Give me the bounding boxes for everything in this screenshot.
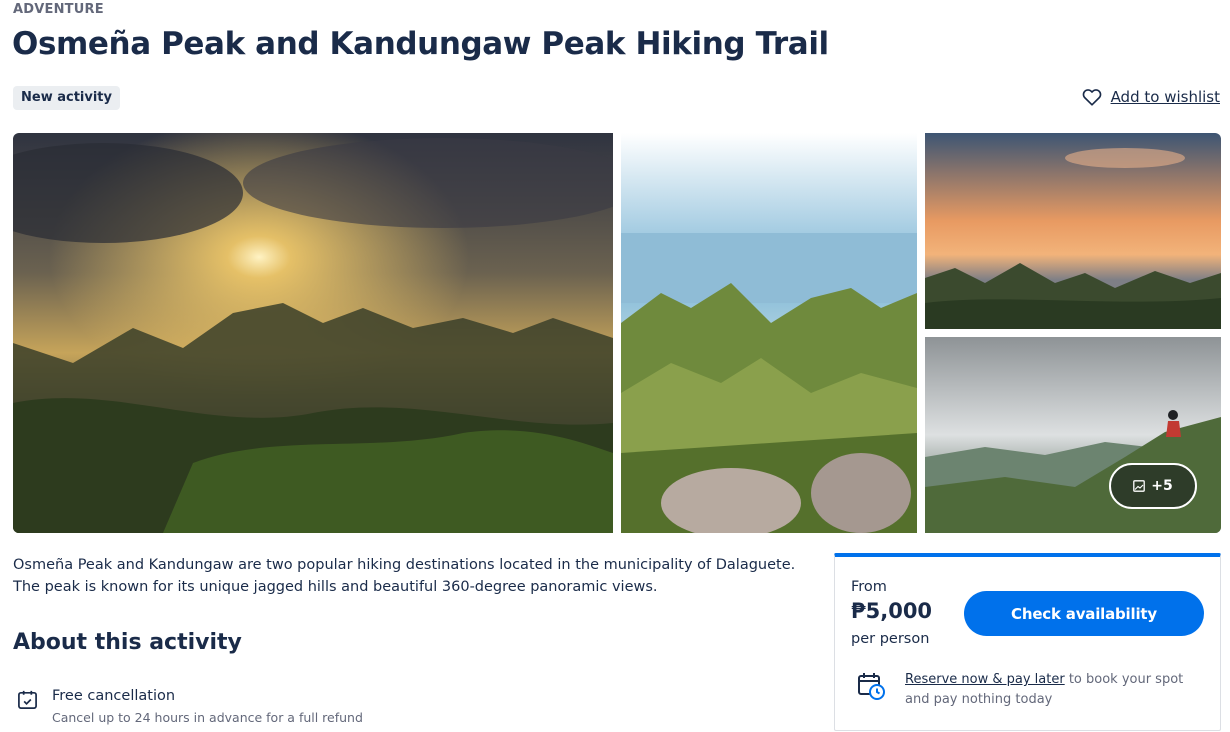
heart-icon — [1082, 89, 1101, 106]
gallery-photo-sunrise[interactable] — [13, 133, 613, 533]
category-label: ADVENTURE — [13, 2, 104, 17]
add-to-wishlist-button[interactable]: Add to wishlist — [1081, 86, 1220, 108]
price-per-label: per person — [851, 631, 930, 647]
price-value: ₱5,000 — [851, 599, 933, 623]
check-availability-button[interactable]: Check availability — [964, 591, 1204, 636]
image-icon — [1133, 480, 1146, 492]
new-activity-badge: New activity — [13, 86, 120, 110]
photo-gallery: +5 — [13, 133, 1221, 533]
gallery-photo-hills[interactable] — [621, 133, 917, 533]
booking-card: From ₱5,000 per person Check availabilit… — [834, 553, 1221, 731]
more-photos-button[interactable]: +5 — [1109, 463, 1197, 509]
activity-description: Osmeña Peak and Kandungaw are two popula… — [13, 557, 796, 595]
reserve-now-info: Reserve now & pay later to book your spo… — [855, 670, 1205, 710]
about-heading: About this activity — [13, 630, 242, 655]
feature-free-cancellation: Free cancellation Cancel up to 24 hours … — [17, 688, 363, 725]
calendar-clock-icon — [858, 673, 885, 700]
feature-subtitle: Cancel up to 24 hours in advance for a f… — [52, 710, 363, 725]
wishlist-label: Add to wishlist — [1110, 88, 1220, 106]
calendar-check-icon — [18, 690, 37, 709]
more-photos-count: +5 — [1151, 478, 1173, 494]
reserve-now-link[interactable]: Reserve now & pay later — [905, 672, 1065, 687]
page-title: Osmeña Peak and Kandungaw Peak Hiking Tr… — [12, 26, 829, 62]
gallery-photo-sunset[interactable] — [925, 133, 1221, 329]
feature-title: Free cancellation — [52, 688, 176, 704]
price-from-label: From — [851, 579, 887, 595]
reserve-text: Reserve now & pay later to book your spo… — [905, 670, 1205, 710]
